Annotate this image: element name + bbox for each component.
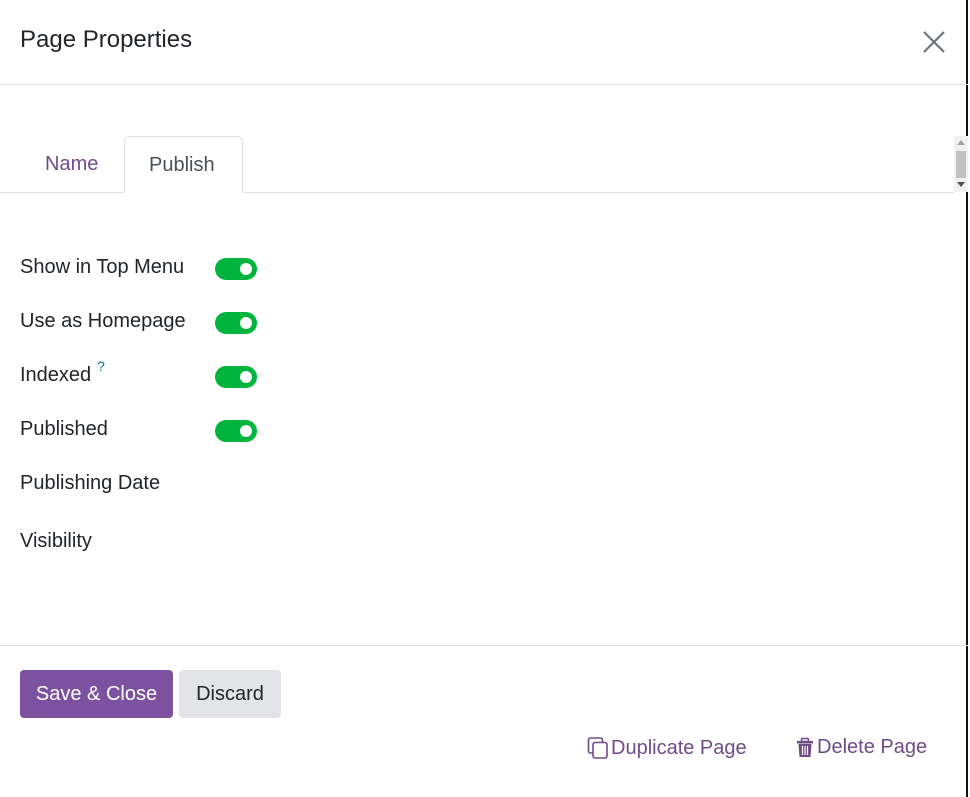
toggle-knob	[240, 263, 252, 275]
scroll-down-arrow-icon[interactable]	[957, 182, 965, 187]
show-in-top-menu-label: Show in Top Menu	[20, 256, 185, 278]
tab-scrollbar[interactable]	[954, 136, 968, 192]
duplicate-icon	[587, 737, 608, 759]
close-button[interactable]	[920, 28, 948, 56]
trash-icon	[797, 737, 813, 757]
scroll-up-arrow-icon[interactable]	[957, 140, 965, 145]
close-icon	[923, 31, 945, 53]
discard-button[interactable]: Discard	[179, 670, 281, 718]
tab-bar: Name Publish	[0, 136, 954, 193]
help-tooltip-icon[interactable]: ?	[97, 358, 105, 374]
toggle-knob	[240, 425, 252, 437]
duplicate-page-label: Duplicate Page	[611, 736, 747, 759]
scroll-thumb[interactable]	[956, 151, 966, 178]
toggle-knob	[240, 371, 252, 383]
toggle-knob	[240, 317, 252, 329]
dialog-title: Page Properties	[20, 26, 193, 53]
tab-name[interactable]: Name	[21, 136, 122, 192]
tab-publish[interactable]: Publish	[124, 136, 243, 193]
dialog-header: Page Properties	[0, 0, 968, 85]
footer-divider	[0, 645, 968, 646]
page-properties-dialog: Page Properties Name Publish Show in Top…	[0, 0, 968, 797]
published-label: Published	[20, 418, 108, 440]
save-close-button[interactable]: Save & Close	[20, 670, 173, 718]
indexed-field: Indexed?	[20, 358, 105, 387]
show-in-top-menu-toggle[interactable]	[215, 258, 257, 280]
delete-page-link[interactable]: Delete Page	[795, 736, 927, 759]
visibility-label: Visibility	[20, 530, 92, 552]
use-as-homepage-toggle[interactable]	[215, 312, 257, 334]
delete-page-label: Delete Page	[817, 736, 928, 758]
publishing-date-label: Publishing Date	[20, 472, 161, 494]
use-as-homepage-label: Use as Homepage	[20, 310, 186, 332]
indexed-label: Indexed	[20, 364, 92, 386]
published-toggle[interactable]	[215, 420, 257, 442]
duplicate-page-link[interactable]: Duplicate Page	[587, 736, 747, 760]
indexed-toggle[interactable]	[215, 366, 257, 388]
